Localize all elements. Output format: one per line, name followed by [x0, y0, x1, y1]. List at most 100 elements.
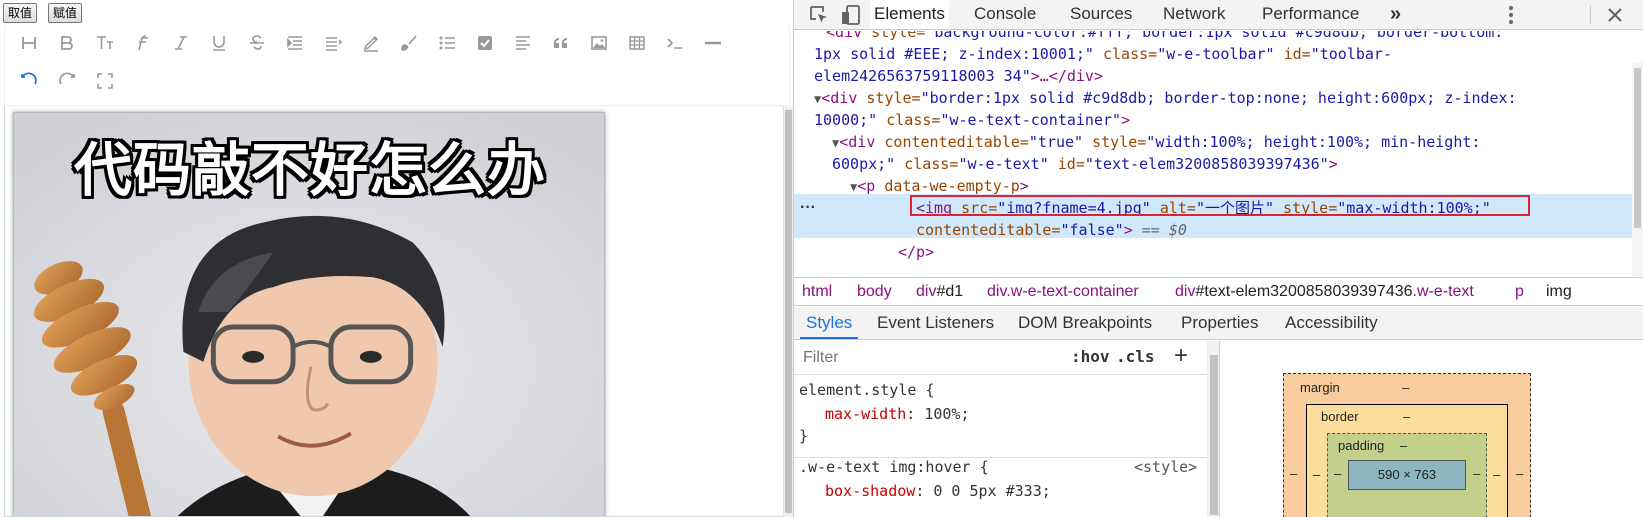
box-model-padding[interactable]: padding – – – 590 × 763: [1327, 433, 1487, 517]
hov-toggle[interactable]: :hov: [1071, 347, 1110, 366]
property-name[interactable]: box-shadow: [825, 482, 915, 500]
tab-network[interactable]: Network: [1159, 0, 1229, 29]
dom-scrollbar-thumb[interactable]: [1634, 68, 1641, 228]
border-left-value[interactable]: –: [1313, 467, 1320, 482]
crumb-tag: img: [1546, 283, 1572, 300]
padding-top-value[interactable]: –: [1400, 438, 1407, 453]
property-name[interactable]: max-width: [825, 405, 906, 423]
cls-toggle[interactable]: .cls: [1116, 347, 1155, 366]
new-rule-button[interactable]: +: [1174, 342, 1188, 370]
dom-attr: data-we-empty-p: [875, 177, 1020, 195]
tab-properties[interactable]: Properties: [1175, 307, 1264, 339]
margin-top-value[interactable]: –: [1402, 380, 1409, 395]
inserted-image[interactable]: 代码敲不好怎么办: [13, 112, 605, 516]
page-scrollbar-thumb[interactable]: [785, 110, 792, 513]
fullscreen-icon[interactable]: [91, 67, 119, 95]
font-name-icon[interactable]: [129, 29, 157, 57]
box-model-border[interactable]: border – – – padding – – – 590 × 763: [1306, 404, 1508, 517]
rule-selector: .w-e-text img:hover {: [799, 458, 989, 476]
devtools-tabbar: Elements Console Sources Network Perform…: [794, 0, 1643, 30]
dom-value: "text-elem3200858039397436": [1084, 155, 1329, 173]
border-top-value[interactable]: –: [1403, 409, 1410, 424]
style-property[interactable]: box-shadow: 0 0 5px #333;: [825, 480, 1051, 502]
font-size-icon[interactable]: [91, 29, 119, 57]
crumb-img[interactable]: img: [1546, 278, 1572, 305]
line-height-icon[interactable]: [319, 29, 347, 57]
image-icon[interactable]: [585, 29, 613, 57]
property-value[interactable]: : 100%;: [906, 405, 969, 423]
tab-styles[interactable]: Styles: [800, 307, 859, 339]
styles-scrollbar[interactable]: [1207, 341, 1219, 517]
tab-console[interactable]: Console: [970, 0, 1040, 29]
tab-sources[interactable]: Sources: [1066, 0, 1136, 29]
tab-elements[interactable]: Elements: [870, 0, 949, 29]
node-actions-icon[interactable]: ···: [800, 197, 816, 219]
quote-icon[interactable]: [547, 29, 575, 57]
dom-value: "width:100%; height:100%; min-height:: [1146, 133, 1481, 151]
italic-icon[interactable]: [167, 29, 195, 57]
table-icon[interactable]: [623, 29, 651, 57]
back-color-icon[interactable]: [395, 29, 423, 57]
tab-accessibility[interactable]: Accessibility: [1279, 307, 1384, 339]
indent-icon[interactable]: [281, 29, 309, 57]
editor-content[interactable]: 代码敲不好怎么办: [4, 106, 790, 517]
dom-tag: <div: [826, 31, 863, 41]
set-value-button[interactable]: 赋值: [48, 3, 83, 23]
box-model-content-size[interactable]: 590 × 763: [1348, 460, 1466, 490]
crumb-div-d1[interactable]: div#d1: [916, 278, 963, 305]
crumb-html[interactable]: html: [802, 278, 832, 305]
device-toolbar-icon[interactable]: [840, 4, 862, 26]
rule-source-link[interactable]: <style>: [1134, 456, 1197, 478]
dom-line-toolbar[interactable]: <div style="background-color:#fff; borde…: [826, 31, 1503, 43]
property-value[interactable]: : 0 0 5px #333;: [915, 482, 1050, 500]
dom-line-w-e-text-cont: 600px;" class="w-e-text" id="text-elem32…: [832, 153, 1338, 175]
tab-event-listeners[interactable]: Event Listeners: [871, 307, 1000, 339]
crumb-div-container[interactable]: div.w-e-text-container: [987, 278, 1139, 305]
padding-left-value[interactable]: –: [1334, 466, 1341, 481]
styles-scrollbar-thumb[interactable]: [1210, 355, 1218, 515]
strikethrough-icon[interactable]: [243, 29, 271, 57]
dom-value: 10000;": [814, 111, 878, 129]
dom-line-text-container[interactable]: ▼<div style="border:1px solid #c9d8db; b…: [814, 87, 1517, 110]
heading-icon[interactable]: [15, 29, 43, 57]
crumb-div-text[interactable]: div#text-elem3200858039397436.w-e-text: [1175, 278, 1474, 305]
dom-tree[interactable]: <div style="background-color:#fff; borde…: [794, 31, 1643, 276]
underline-icon[interactable]: [205, 29, 233, 57]
margin-right-value[interactable]: –: [1516, 466, 1523, 481]
divider-icon[interactable]: [699, 29, 727, 57]
more-tabs-icon[interactable]: »: [1386, 0, 1405, 29]
styles-filter-input[interactable]: [799, 345, 1049, 371]
redo-icon[interactable]: [53, 67, 81, 95]
crumb-rest: #text-elem3200858039397436: [1195, 283, 1413, 300]
bold-icon[interactable]: [53, 29, 81, 57]
crumb-body[interactable]: body: [857, 278, 892, 305]
dom-scrollbar[interactable]: [1632, 62, 1643, 276]
undo-icon[interactable]: [15, 67, 43, 95]
crumb-tag: div: [916, 283, 937, 300]
list-icon[interactable]: [433, 29, 461, 57]
dom-attr: id=: [1274, 45, 1311, 63]
style-property[interactable]: max-width: 100%;: [825, 403, 970, 425]
padding-right-value[interactable]: –: [1473, 466, 1480, 481]
dom-line-w-e-text[interactable]: ▼<div contenteditable="true" style="widt…: [832, 131, 1480, 154]
dom-tag: >: [1121, 111, 1131, 129]
dom-tag: </p>: [898, 243, 935, 261]
todo-icon[interactable]: [471, 29, 499, 57]
fore-color-icon[interactable]: [357, 29, 385, 57]
get-value-button[interactable]: 取值: [3, 3, 38, 23]
inspect-element-icon[interactable]: [808, 4, 830, 26]
border-right-value[interactable]: –: [1493, 467, 1500, 482]
tab-dom-breakpoints[interactable]: DOM Breakpoints: [1012, 307, 1158, 339]
justify-icon[interactable]: [509, 29, 537, 57]
more-options-icon[interactable]: [1500, 4, 1522, 26]
tab-performance[interactable]: Performance: [1258, 0, 1363, 29]
crumb-p[interactable]: p: [1515, 278, 1524, 305]
box-model-margin[interactable]: margin – – – border – – – padding – – – …: [1283, 373, 1531, 517]
margin-left-value[interactable]: –: [1290, 466, 1297, 481]
close-devtools-icon[interactable]: [1604, 4, 1626, 26]
crumb-tag: body: [857, 283, 892, 300]
page-scrollbar[interactable]: [783, 106, 793, 517]
dom-value: "false": [1060, 221, 1124, 239]
code-icon[interactable]: [661, 29, 689, 57]
dom-line-text-container-cont: 10000;" class="w-e-text-container">: [814, 109, 1130, 131]
